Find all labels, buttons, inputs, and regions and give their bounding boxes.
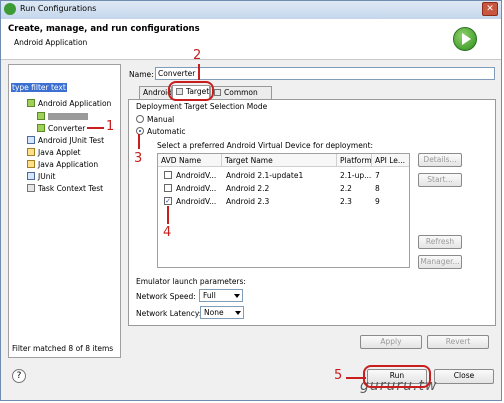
window-close-button[interactable]: ✕ (482, 2, 498, 16)
radio-manual[interactable]: Manual (136, 115, 174, 124)
help-icon[interactable]: ? (12, 369, 26, 383)
run-config-icon (37, 112, 45, 120)
tree-item-junit[interactable]: JUnit (27, 172, 55, 181)
annotation-ring-target-tab (168, 81, 214, 101)
emulator-params-label: Emulator launch parameters: (136, 277, 246, 286)
network-speed-label: Network Speed: (136, 292, 196, 301)
avd-table: AVD Name Target Name Platform API Le... … (157, 153, 410, 268)
chevron-down-icon (234, 294, 240, 298)
task-icon (27, 184, 35, 192)
radio-automatic[interactable]: Automatic (136, 127, 185, 136)
avd-checkbox[interactable] (164, 184, 172, 192)
close-button[interactable]: Close (434, 369, 494, 384)
junit-icon (27, 172, 35, 180)
avd-checkbox[interactable] (164, 171, 172, 179)
run-config-icon (37, 124, 45, 132)
chevron-down-icon (235, 311, 241, 315)
junit-icon (27, 136, 35, 144)
column-platform[interactable]: Platform (337, 154, 372, 167)
run-icon (453, 27, 477, 51)
name-label: Name: (129, 70, 154, 79)
tab-common[interactable]: Common (210, 86, 272, 99)
annotation-arrow-3 (138, 134, 140, 149)
network-latency-label: Network Latency: (136, 309, 202, 318)
start-button[interactable]: Start... (418, 173, 462, 187)
avd-checkbox-checked[interactable]: ✓ (164, 197, 172, 205)
manager-button[interactable]: Manager... (418, 255, 462, 269)
android-icon (27, 99, 35, 107)
revert-button[interactable]: Revert (427, 335, 489, 349)
network-speed-select[interactable]: Full (199, 289, 243, 302)
annotation-1: 1 (106, 119, 115, 134)
annotation-2: 2 (193, 48, 202, 63)
filter-status: Filter matched 8 of 8 items (12, 344, 114, 353)
details-button[interactable]: Details... (418, 153, 462, 167)
annotation-4: 4 (163, 225, 172, 240)
window-title: Run Configurations (20, 4, 97, 13)
annotation-5: 5 (334, 368, 343, 383)
common-icon (214, 89, 221, 96)
tree-item-java-application[interactable]: Java Application (27, 160, 98, 169)
annotation-arrow-1 (87, 127, 104, 129)
redacted-label (48, 113, 88, 120)
java-icon (27, 148, 35, 156)
annotation-arrow-2 (198, 64, 200, 80)
column-target-name[interactable]: Target Name (222, 154, 337, 167)
refresh-button[interactable]: Refresh (418, 235, 462, 249)
name-input[interactable]: Converter (155, 67, 495, 80)
annotation-3: 3 (134, 151, 143, 166)
avd-prompt: Select a preferred Android Virtual Devic… (157, 141, 374, 150)
tree-item-java-applet[interactable]: Java Applet (27, 148, 81, 157)
header-subtitle: Android Application (14, 38, 88, 47)
config-tree-pane (8, 64, 121, 358)
annotation-arrow-4 (167, 206, 169, 224)
apply-button[interactable]: Apply (360, 335, 422, 349)
tree-item-android-application[interactable]: Android Application (27, 99, 111, 108)
radio-manual-indicator (136, 115, 144, 123)
java-icon (27, 160, 35, 168)
column-api-level[interactable]: API Le... (372, 154, 409, 167)
tree-item-task-context-test[interactable]: Task Context Test (27, 184, 103, 193)
tree-item-android-junit-test[interactable]: Android JUnit Test (27, 136, 104, 145)
filter-input[interactable]: type filter text (11, 83, 118, 94)
column-avd-name[interactable]: AVD Name (158, 154, 222, 167)
tree-item-converter[interactable]: Converter (37, 124, 85, 133)
eclipse-run-icon (4, 3, 16, 15)
annotation-ring-run (363, 365, 431, 388)
deployment-group-label: Deployment Target Selection Mode (136, 102, 268, 111)
tree-item-redacted[interactable] (37, 112, 88, 121)
network-latency-select[interactable]: None (200, 306, 244, 319)
header-title: Create, manage, and run configurations (8, 24, 200, 34)
